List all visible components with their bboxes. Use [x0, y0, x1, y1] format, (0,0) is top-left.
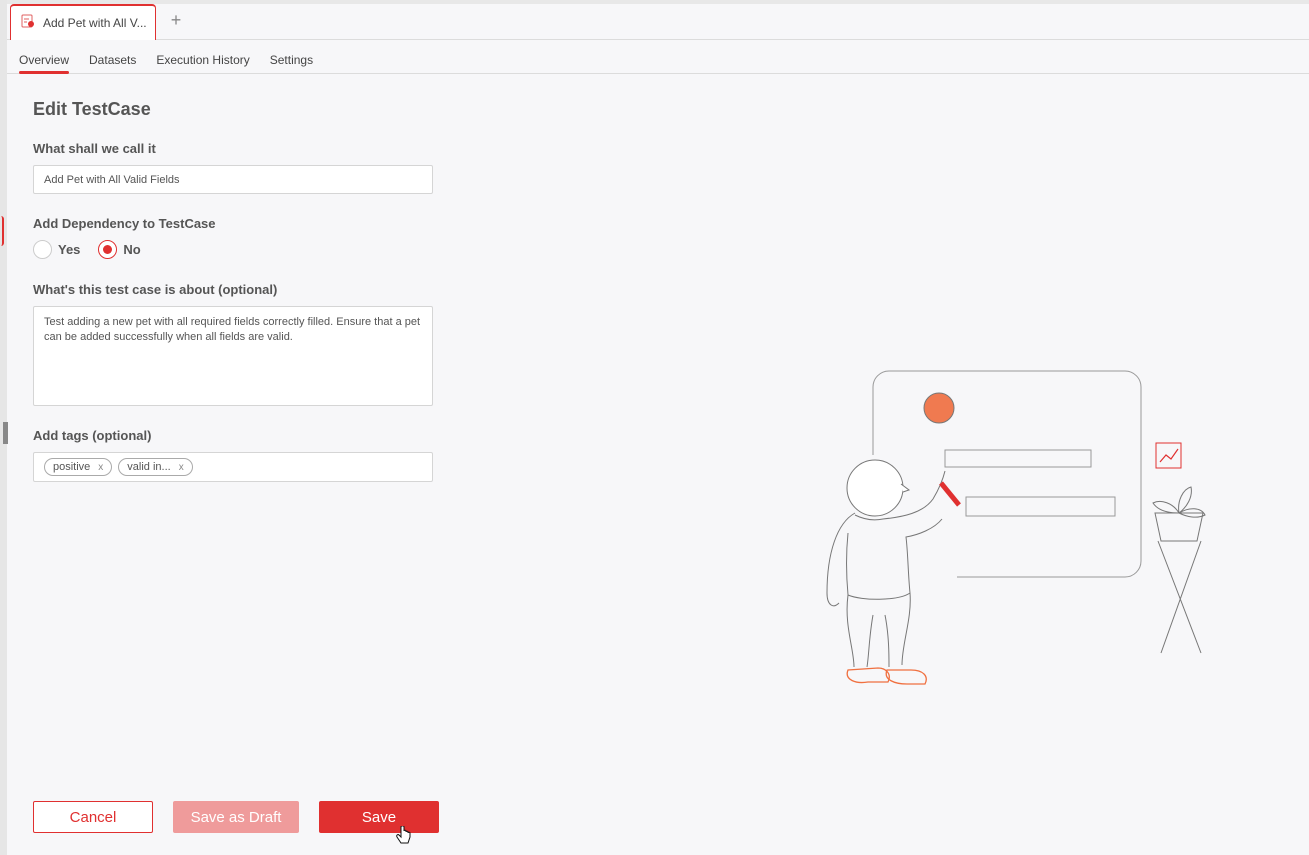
tag-remove-icon[interactable]: x: [179, 462, 184, 473]
person-at-board-illustration: [826, 370, 1206, 685]
tags-input[interactable]: positive x valid in... x: [33, 452, 433, 482]
editor-tabstrip: Add Pet with All V... +: [7, 0, 1309, 40]
tag-remove-icon[interactable]: x: [98, 462, 103, 473]
tab-settings[interactable]: Settings: [270, 40, 313, 74]
tag-label: valid in...: [127, 461, 171, 473]
testcase-tab[interactable]: Add Pet with All V...: [10, 4, 156, 40]
cancel-button[interactable]: Cancel: [33, 801, 153, 833]
description-label: What's this test case is about (optional…: [33, 282, 278, 297]
rail-active-marker: [0, 216, 4, 246]
add-tab-button[interactable]: +: [165, 10, 187, 32]
name-input[interactable]: Add Pet with All Valid Fields: [33, 165, 433, 194]
save-button[interactable]: Save: [319, 801, 439, 833]
tab-datasets[interactable]: Datasets: [89, 40, 136, 74]
edit-testcase-form: Edit TestCase What shall we call it Add …: [33, 96, 433, 482]
description-textarea[interactable]: Test adding a new pet with all required …: [33, 306, 433, 406]
hand-pointer-cursor-icon: [396, 826, 411, 844]
subnav: Overview Datasets Execution History Sett…: [7, 40, 1309, 74]
tag-chip: valid in... x: [118, 458, 193, 476]
tab-execution-history[interactable]: Execution History: [156, 40, 249, 74]
tag-chip: positive x: [44, 458, 113, 476]
rail-scroll-handle[interactable]: [3, 422, 8, 444]
radio-circle[interactable]: [33, 240, 52, 259]
dependency-yes-radio[interactable]: Yes: [33, 240, 80, 259]
dependency-no-label: No: [123, 242, 141, 257]
name-label: What shall we call it: [33, 141, 156, 156]
dependency-radio-group: Yes No: [33, 240, 141, 259]
tab-overview[interactable]: Overview: [19, 40, 70, 74]
radio-circle-checked[interactable]: [98, 240, 118, 259]
dependency-yes-label: Yes: [58, 242, 81, 257]
dependency-label: Add Dependency to TestCase: [33, 216, 216, 231]
testcase-file-icon: [21, 14, 35, 33]
testcase-tab-label: Add Pet with All V...: [43, 16, 147, 30]
tags-label: Add tags (optional): [33, 428, 152, 443]
dependency-no-radio[interactable]: No: [98, 240, 141, 259]
tag-label: positive: [53, 461, 91, 473]
save-as-draft-button[interactable]: Save as Draft: [173, 801, 299, 833]
page-title: Edit TestCase: [33, 99, 151, 119]
